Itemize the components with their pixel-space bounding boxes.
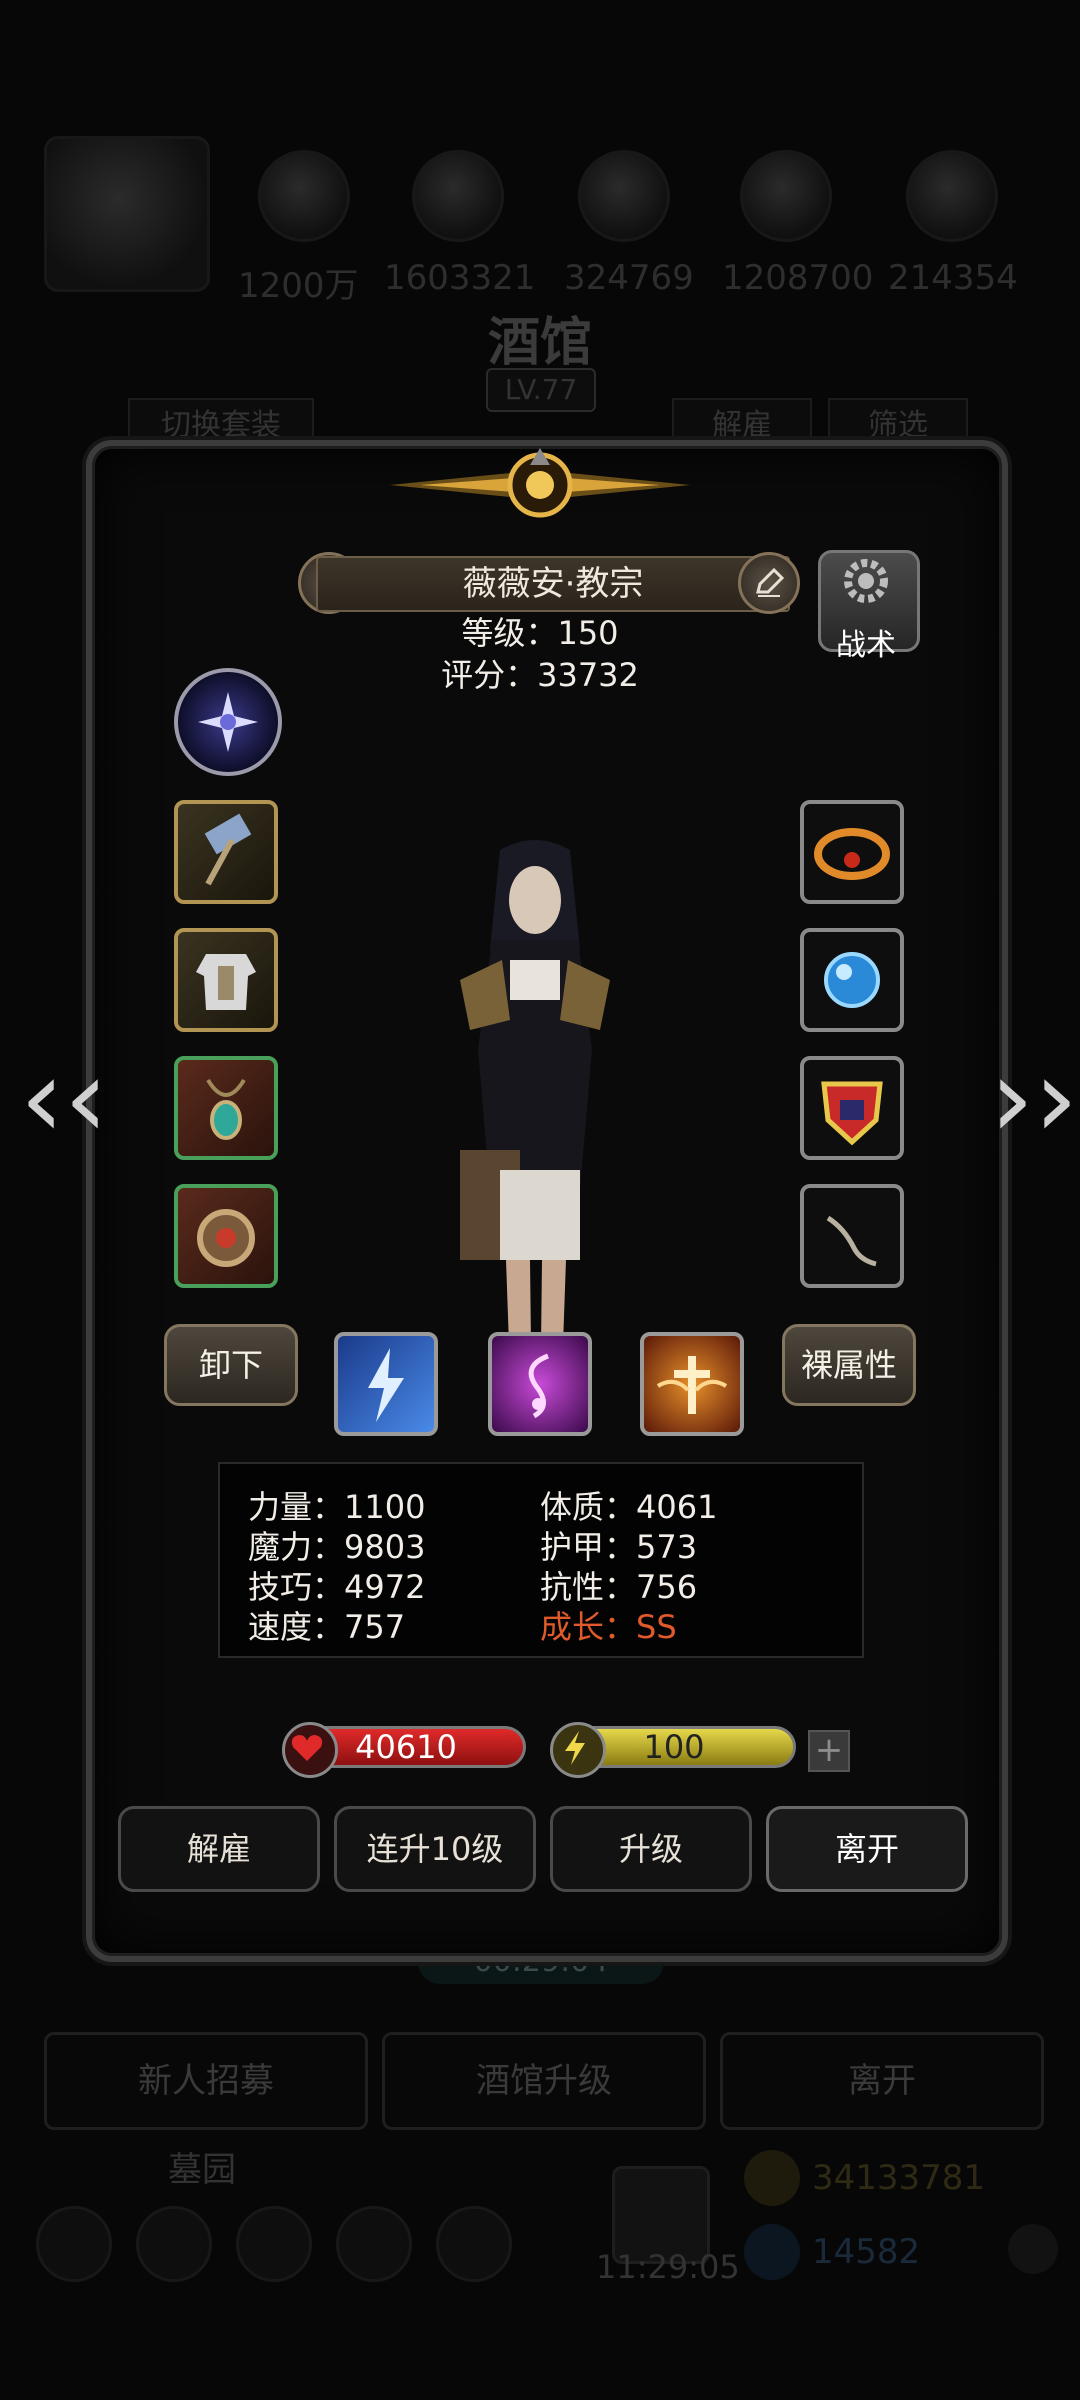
stat-growth: 成长：SS [540, 1608, 677, 1646]
ring-icon [197, 1209, 255, 1267]
accessory-slot-1[interactable] [800, 800, 904, 904]
gold-coin-icon [744, 2150, 800, 2206]
armor-icon [196, 954, 256, 1010]
lightning-icon [550, 1722, 606, 1778]
lightning-skill-icon [368, 1348, 404, 1422]
rank-badge-icon [821, 1081, 883, 1146]
staff-icon [826, 1215, 877, 1267]
leave-button[interactable]: 离开 [766, 1806, 968, 1892]
base-attributes-button[interactable]: 裸属性 [782, 1324, 916, 1406]
add-energy-button[interactable]: + [808, 1730, 850, 1772]
gear-icon [844, 559, 888, 603]
accessory-slot-3[interactable] [800, 1056, 904, 1160]
hammer-icon [204, 813, 252, 886]
tavern-level: LV.77 [486, 368, 596, 412]
nav-icon[interactable] [236, 2206, 312, 2282]
skill-slot-2[interactable] [488, 1332, 592, 1436]
gem-icon [744, 2224, 800, 2280]
hero-score: 评分：33732 [441, 656, 639, 694]
unequip-button[interactable]: 卸下 [164, 1324, 298, 1406]
panel-emblem-icon [390, 448, 690, 518]
skill-slot-3[interactable] [640, 1332, 744, 1436]
hero-level: 等级：150 [461, 614, 619, 652]
nav-icon[interactable] [336, 2206, 412, 2282]
resource-misc-icon [906, 150, 998, 242]
player-avatar[interactable] [44, 136, 210, 292]
ring-slot[interactable] [174, 1184, 278, 1288]
nav-icon[interactable] [136, 2206, 212, 2282]
stat-speed: 速度：757 [248, 1608, 406, 1646]
heart-icon [282, 1722, 338, 1778]
level-up-10-button[interactable]: 连升10级 [334, 1806, 536, 1892]
resource-iron-icon [578, 150, 670, 242]
class-emblem-icon[interactable] [174, 668, 282, 776]
next-hero-arrow-icon[interactable]: ›› [990, 1043, 1078, 1153]
resource-value: 324769 [564, 258, 694, 298]
armor-slot[interactable] [174, 928, 278, 1032]
accessory-slot-4[interactable] [800, 1184, 904, 1288]
gold-amount: 34133781 [812, 2158, 986, 2198]
resource-value: 1208700 [722, 258, 874, 298]
edit-name-icon[interactable] [738, 552, 800, 614]
skill-slot-1[interactable] [334, 1332, 438, 1436]
resource-crystal-icon [740, 150, 832, 242]
tavern-title: 酒馆 [487, 312, 592, 373]
resource-wood-icon [412, 150, 504, 242]
prev-hero-arrow-icon[interactable]: ‹‹ [20, 1043, 108, 1153]
holy-cross-skill-icon [656, 1356, 728, 1414]
weapon-slot[interactable] [174, 800, 278, 904]
nav-icon[interactable] [436, 2206, 512, 2282]
orb-icon [824, 952, 880, 1008]
tavern-upgrade-button[interactable]: 酒馆升级 [382, 2032, 706, 2130]
level-up-button[interactable]: 升级 [550, 1806, 752, 1892]
nav-icon[interactable] [36, 2206, 112, 2282]
music-skill-icon [528, 1353, 549, 1419]
amulet-slot[interactable] [174, 1056, 278, 1160]
flame-icon [814, 828, 890, 880]
dismiss-button[interactable]: 解雇 [118, 1806, 320, 1892]
amulet-icon [206, 1078, 246, 1140]
bg-leave-button[interactable]: 离开 [720, 2032, 1044, 2130]
add-icon[interactable] [1008, 2224, 1058, 2274]
cemetery-label: 墓园 [168, 2150, 236, 2190]
hero-name: 薇薇安·教宗 [316, 556, 790, 612]
recruit-button[interactable]: 新人招募 [44, 2032, 368, 2130]
resource-coin-icon [258, 150, 350, 242]
accessory-slot-2[interactable] [800, 928, 904, 1032]
resource-value: 214354 [888, 258, 1018, 298]
clock-text: 11:29:05 [596, 2248, 740, 2286]
resource-value: 1603321 [384, 258, 536, 298]
gem-amount: 14582 [812, 2232, 921, 2272]
